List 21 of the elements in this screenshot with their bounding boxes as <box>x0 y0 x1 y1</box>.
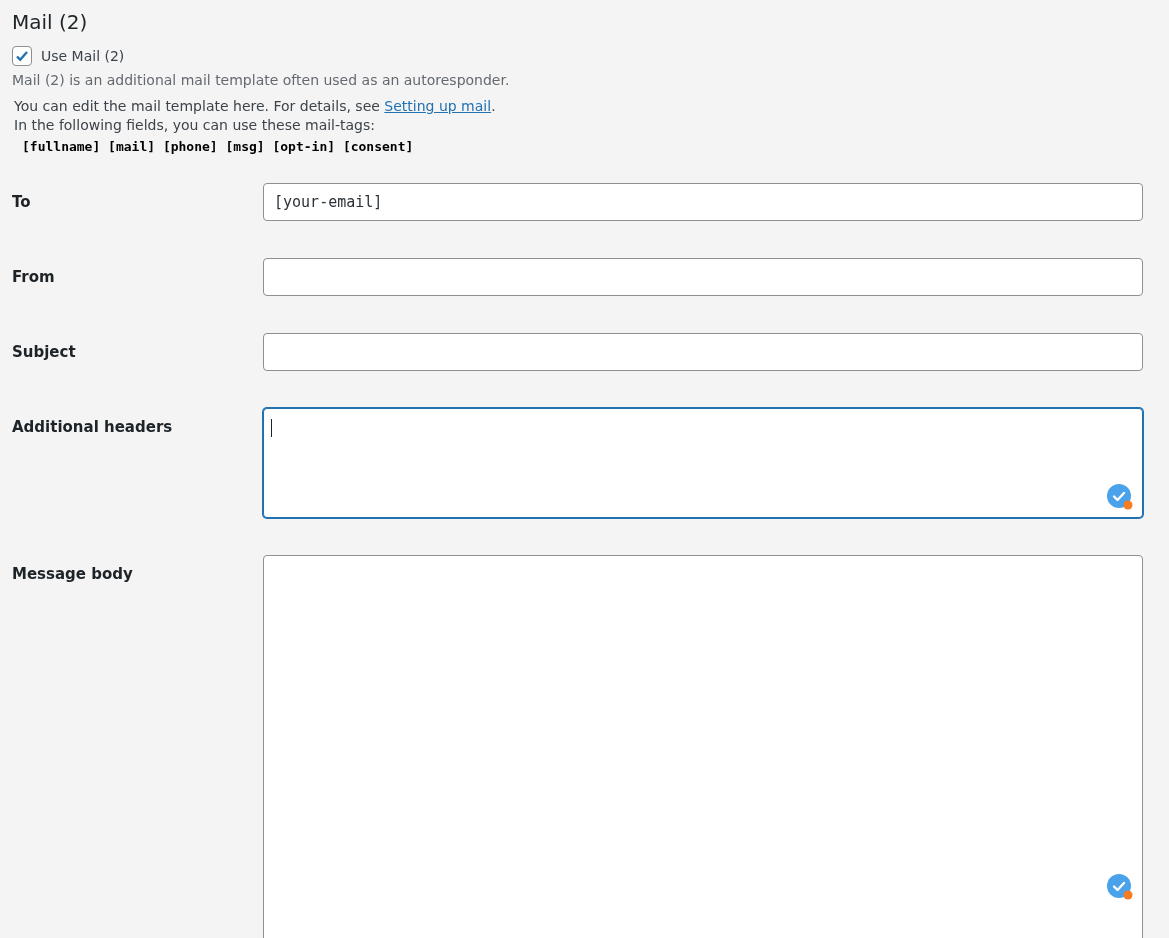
description-text: Mail (2) is an additional mail template often used as an autoresponder. <box>12 72 511 88</box>
setting-up-mail-link[interactable]: Setting up mail <box>384 98 492 114</box>
checkbox-label[interactable]: Use Mail (2) <box>41 48 125 64</box>
field-label: Additional headers <box>12 417 174 436</box>
textarea-field[interactable] <box>263 555 1143 938</box>
mail-tags-list: [fullname] [mail] [phone] [msg] [opt-in] [consent] <box>22 139 1157 154</box>
text-input-field[interactable]: [your-email] <box>263 183 1143 221</box>
text-input-field[interactable] <box>263 333 1143 371</box>
mail-tags-intro: In the following fields, you can use these mail-tags: <box>14 117 377 133</box>
textarea-field[interactable] <box>263 408 1143 518</box>
check-badge-icon[interactable] <box>1107 874 1133 900</box>
field-label: Message body <box>12 564 134 583</box>
text-input-field[interactable] <box>263 258 1143 296</box>
check-badge-icon[interactable] <box>1107 484 1133 510</box>
help-text: You can edit the mail template here. For details, see Setting up mail. <box>14 98 497 114</box>
field-label: Subject <box>12 343 77 361</box>
field-label: To <box>12 193 32 211</box>
field-label: From <box>12 268 56 286</box>
use-mail-checkbox[interactable] <box>12 46 32 66</box>
text-cursor <box>271 419 272 437</box>
section-heading: Mail (2) <box>12 10 89 34</box>
